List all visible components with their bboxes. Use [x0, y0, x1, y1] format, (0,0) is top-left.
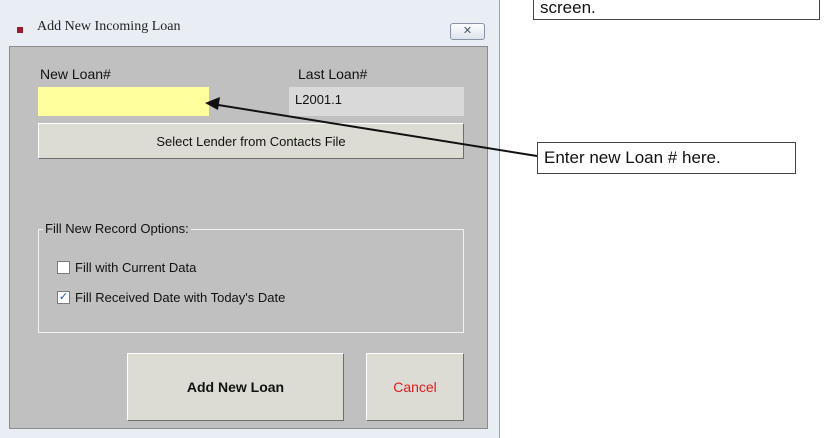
- callout-arrow-head: [205, 97, 220, 110]
- right-callout-box: Enter new Loan # here.: [537, 142, 796, 174]
- right-callout-text: Enter new Loan # here.: [544, 148, 721, 167]
- callout-arrow-line: [211, 103, 538, 157]
- callout-arrow: [205, 97, 538, 157]
